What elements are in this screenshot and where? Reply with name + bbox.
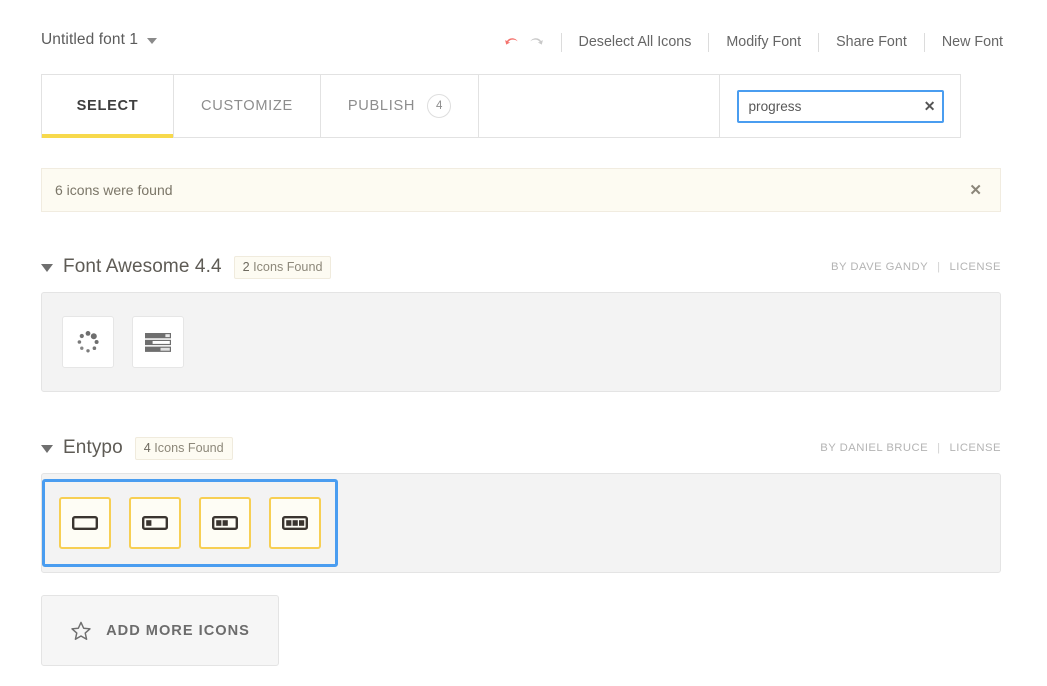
tab-select-label: SELECT [77, 98, 139, 114]
undo-redo-group [503, 33, 561, 52]
top-menu: Deselect All Icons Modify Font Share Fon… [503, 30, 1003, 54]
icon-tile-tasks[interactable] [132, 316, 184, 368]
modify-font-button[interactable]: Modify Font [709, 32, 818, 52]
search-input[interactable] [737, 90, 944, 123]
icomoon-app-page: Untitled font 1 Deselect All Icons Modif… [0, 0, 1047, 686]
icon-tile-progress-full[interactable] [269, 497, 321, 549]
progress-two-icon [212, 515, 238, 531]
credit-separator: | [937, 261, 940, 273]
top-bar: Untitled font 1 Deselect All Icons Modif… [0, 0, 1047, 68]
star-outline-icon [70, 620, 92, 642]
tab-customize-label: CUSTOMIZE [201, 98, 293, 114]
search-wrapper: ✕ [737, 90, 944, 123]
tab-customize[interactable]: CUSTOMIZE [174, 75, 321, 137]
close-notice-icon[interactable]: ✕ [969, 183, 982, 198]
redo-arrow-icon[interactable] [526, 33, 545, 52]
pack-icon-grid [41, 473, 1001, 573]
tab-publish[interactable]: PUBLISH 4 [321, 75, 479, 137]
pack-count-number: 2 [243, 260, 250, 274]
pack-credits: BY DANIEL BRUCE | LICENSE [820, 442, 1001, 454]
icon-pack-font-awesome: Font Awesome 4.4 2 Icons Found BY DAVE G… [41, 252, 1001, 392]
selected-icons-group[interactable] [42, 479, 338, 567]
pack-credits: BY DAVE GANDY | LICENSE [831, 261, 1001, 273]
tab-select[interactable]: SELECT [42, 75, 174, 137]
pack-icon-grid [41, 292, 1001, 392]
pack-author[interactable]: BY DAVE GANDY [831, 261, 928, 273]
new-font-button[interactable]: New Font [925, 32, 1003, 52]
icon-tile-progress-one[interactable] [129, 497, 181, 549]
pack-count-label: Icons Found [253, 260, 322, 274]
deselect-all-icons-button[interactable]: Deselect All Icons [562, 32, 709, 52]
search-zone: ✕ [720, 75, 960, 137]
icon-pack-entypo: Entypo 4 Icons Found BY DANIEL BRUCE | L… [41, 433, 1001, 573]
main-tab-bar: SELECT CUSTOMIZE PUBLISH 4 ✕ [41, 74, 961, 138]
pack-license-link[interactable]: LICENSE [950, 442, 1002, 454]
pack-title: Font Awesome 4.4 [63, 256, 222, 278]
chevron-down-icon [147, 38, 157, 44]
publish-count-badge: 4 [427, 94, 451, 118]
collapse-triangle-icon[interactable] [41, 445, 53, 453]
pack-header: Entypo 4 Icons Found BY DANIEL BRUCE | L… [41, 433, 1001, 463]
share-font-button[interactable]: Share Font [819, 32, 924, 52]
add-more-icons-label: ADD MORE ICONS [106, 623, 250, 639]
icon-tile-spinner[interactable] [62, 316, 114, 368]
add-more-icons-button[interactable]: ADD MORE ICONS [41, 595, 279, 666]
progress-empty-icon [72, 515, 98, 531]
pack-header: Font Awesome 4.4 2 Icons Found BY DAVE G… [41, 252, 1001, 282]
pack-count-badge: 2 Icons Found [234, 256, 332, 279]
icon-tile-progress-two[interactable] [199, 497, 251, 549]
pack-license-link[interactable]: LICENSE [950, 261, 1002, 273]
font-title-label: Untitled font 1 [41, 31, 138, 49]
pack-count-label: Icons Found [154, 441, 223, 455]
progress-one-icon [142, 515, 168, 531]
tab-bar-spacer [479, 75, 720, 137]
undo-arrow-icon[interactable] [503, 33, 522, 52]
tasks-icon [144, 330, 172, 354]
pack-count-badge: 4 Icons Found [135, 437, 233, 460]
credit-separator: | [937, 442, 940, 454]
notice-message: 6 icons were found [55, 182, 969, 198]
progress-full-icon [282, 515, 308, 531]
pack-count-number: 4 [144, 441, 151, 455]
clear-search-icon[interactable]: ✕ [924, 99, 936, 113]
font-title-dropdown[interactable]: Untitled font 1 [41, 31, 157, 49]
search-result-notice: 6 icons were found ✕ [41, 168, 1001, 212]
collapse-triangle-icon[interactable] [41, 264, 53, 272]
pack-title: Entypo [63, 437, 123, 459]
pack-author[interactable]: BY DANIEL BRUCE [820, 442, 928, 454]
tab-publish-label: PUBLISH [348, 98, 415, 114]
icon-tile-progress-empty[interactable] [59, 497, 111, 549]
spinner-icon [75, 329, 101, 355]
